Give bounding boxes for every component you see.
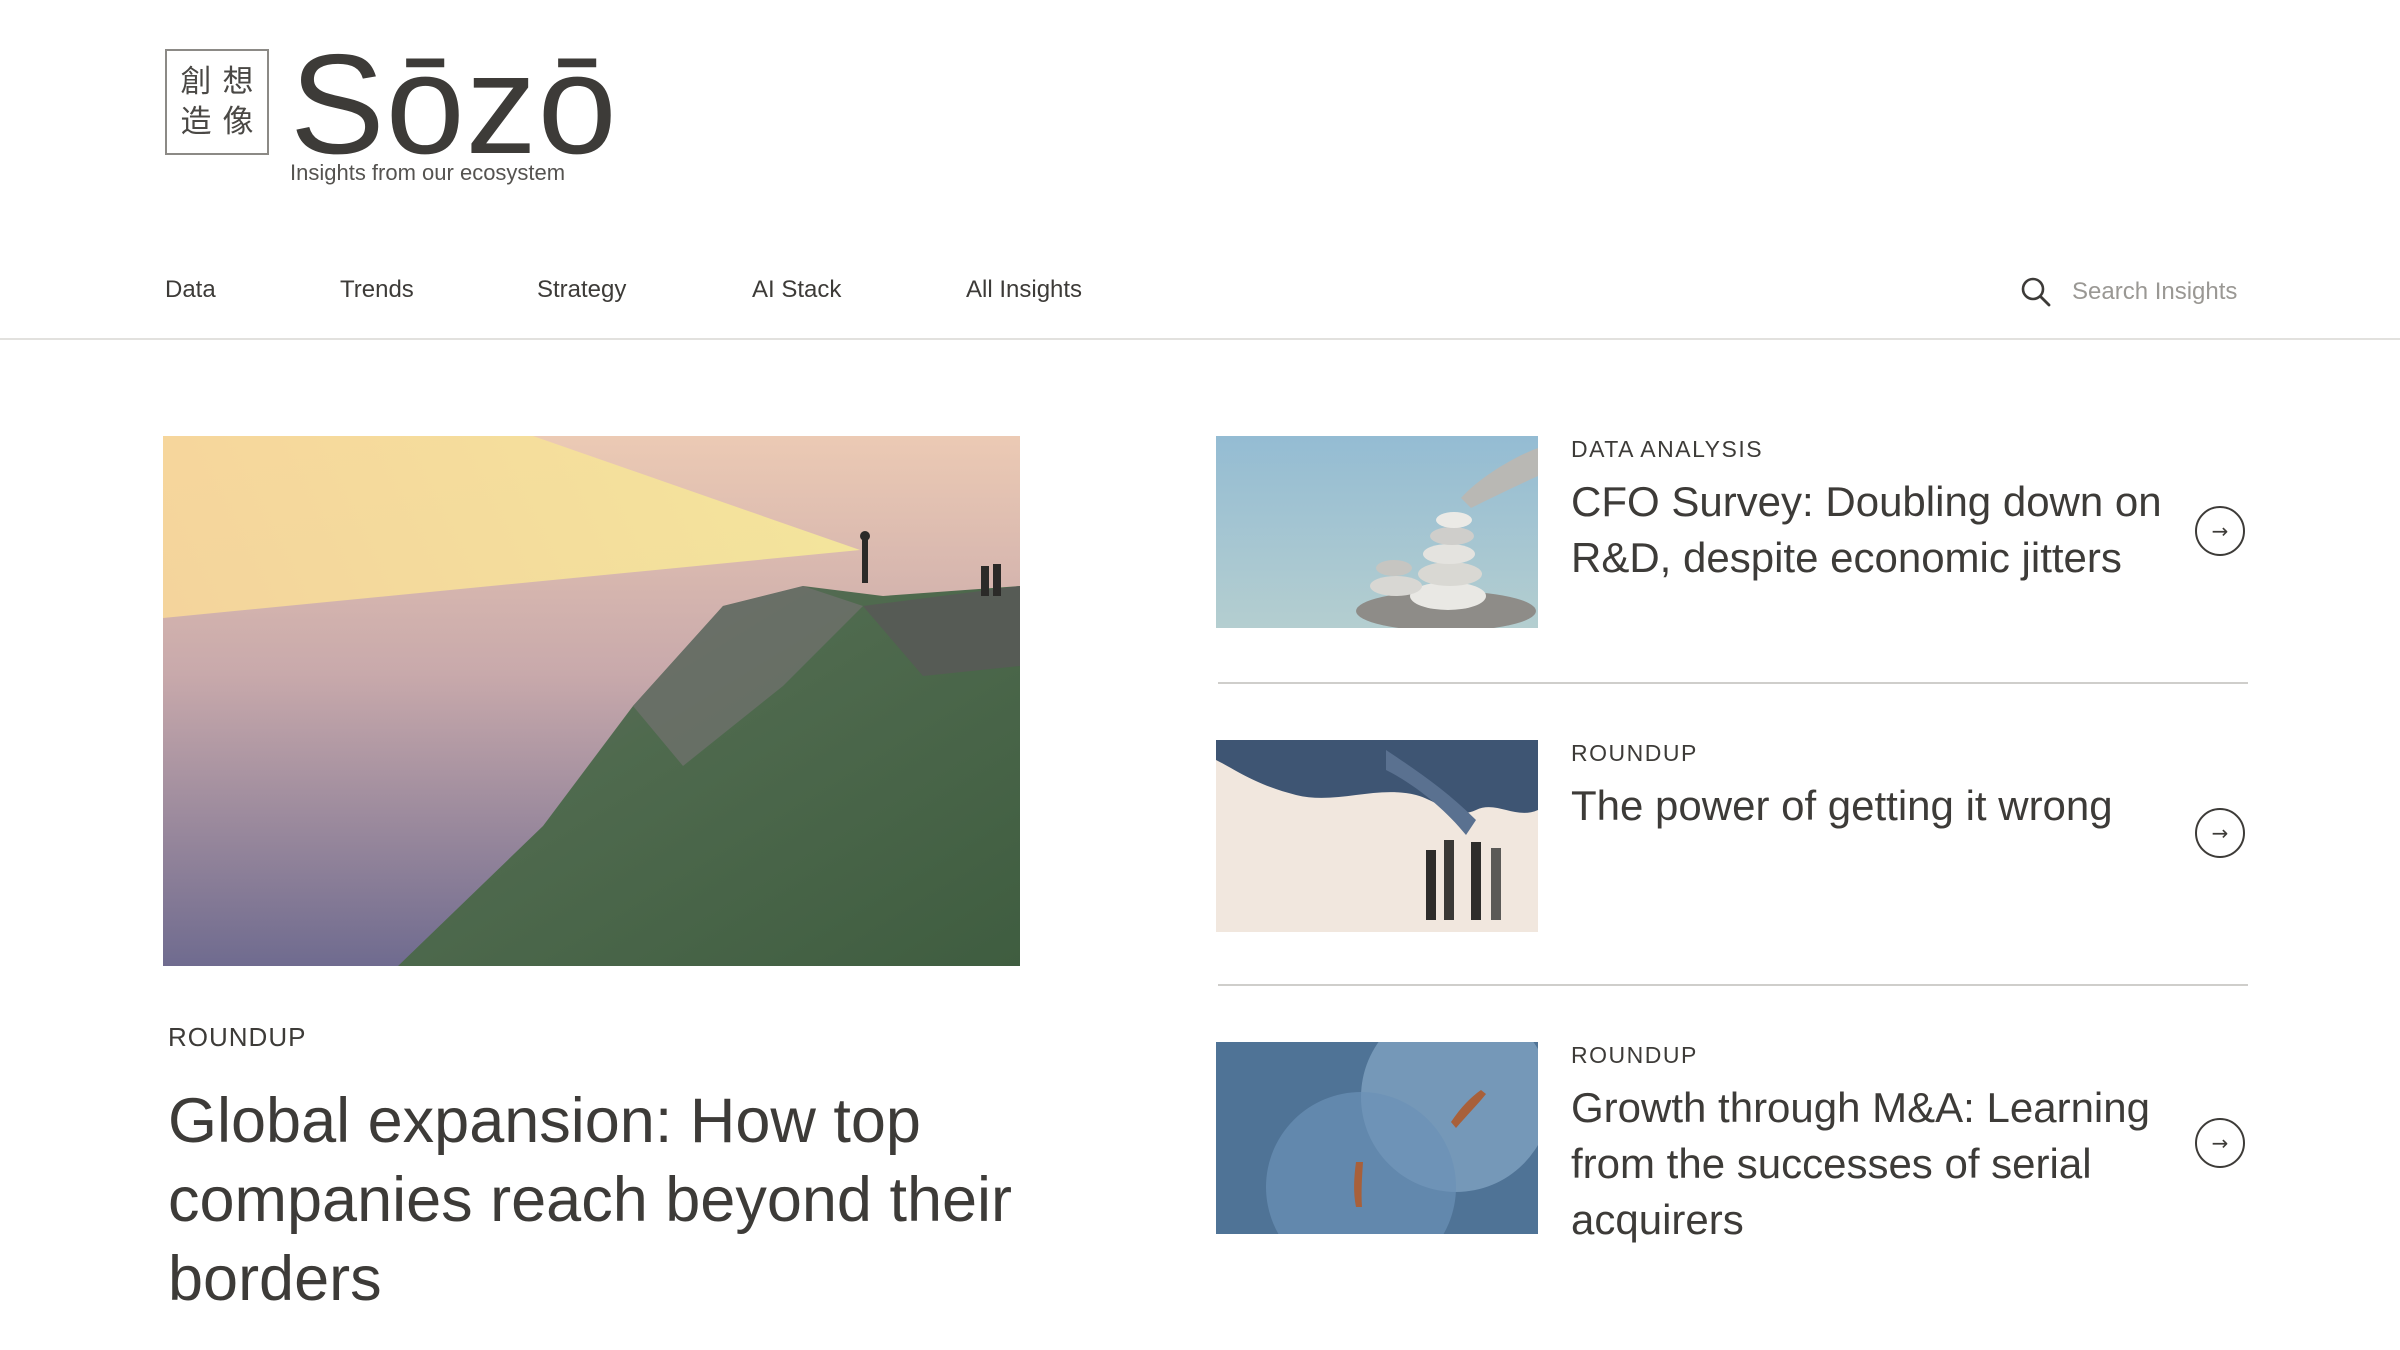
search-bar [2020,276,2294,308]
search-input[interactable] [2070,277,2294,307]
nav-item-strategy[interactable]: Strategy [537,276,626,304]
article-card[interactable]: ROUNDUP Growth through M&A: Learning fro… [1216,1042,2248,1292]
brand-name[interactable]: Sōzō [290,30,618,180]
nav-item-all-insights[interactable]: All Insights [966,276,1082,304]
search-icon[interactable] [2020,276,2052,308]
card-category: DATA ANALYSIS [1571,436,1764,462]
card-title[interactable]: The power of getting it wrong [1571,778,2171,834]
logo-char: 想 [222,64,254,100]
hero-category: ROUNDUP [168,1022,307,1052]
article-card[interactable]: DATA ANALYSIS CFO Survey: Doubling down … [1216,436,2248,686]
nav-item-data[interactable]: Data [165,276,216,304]
nav-item-ai-stack[interactable]: AI Stack [752,276,841,304]
brand-logo-mark[interactable]: 創 想 造 像 [165,49,269,155]
card-divider [1218,682,2248,684]
card-category: ROUNDUP [1571,740,1698,766]
nav-item-trends[interactable]: Trends [340,276,414,304]
card-title[interactable]: Growth through M&A: Learning from the su… [1571,1080,2171,1248]
card-image[interactable] [1216,1042,1538,1234]
article-card[interactable]: ROUNDUP The power of getting it wrong → [1216,740,2248,990]
card-image[interactable] [1216,436,1538,628]
card-category: ROUNDUP [1571,1042,1698,1068]
logo-char: 造 [180,104,212,140]
card-title[interactable]: CFO Survey: Doubling down on R&D, despit… [1571,474,2171,586]
card-divider [1218,984,2248,986]
arrow-right-icon[interactable]: → [2195,506,2245,556]
logo-char: 像 [222,104,254,140]
arrow-right-icon[interactable]: → [2195,808,2245,858]
main-nav: Data Trends Strategy AI Stack All Insigh… [0,250,2400,340]
logo-char: 創 [180,64,212,100]
arrow-right-icon[interactable]: → [2195,1118,2245,1168]
card-image[interactable] [1216,740,1538,932]
brand-tagline: Insights from our ecosystem [290,160,566,185]
hero-image[interactable] [163,436,1020,966]
hero-title[interactable]: Global expansion: How top companies reac… [168,1082,1048,1319]
